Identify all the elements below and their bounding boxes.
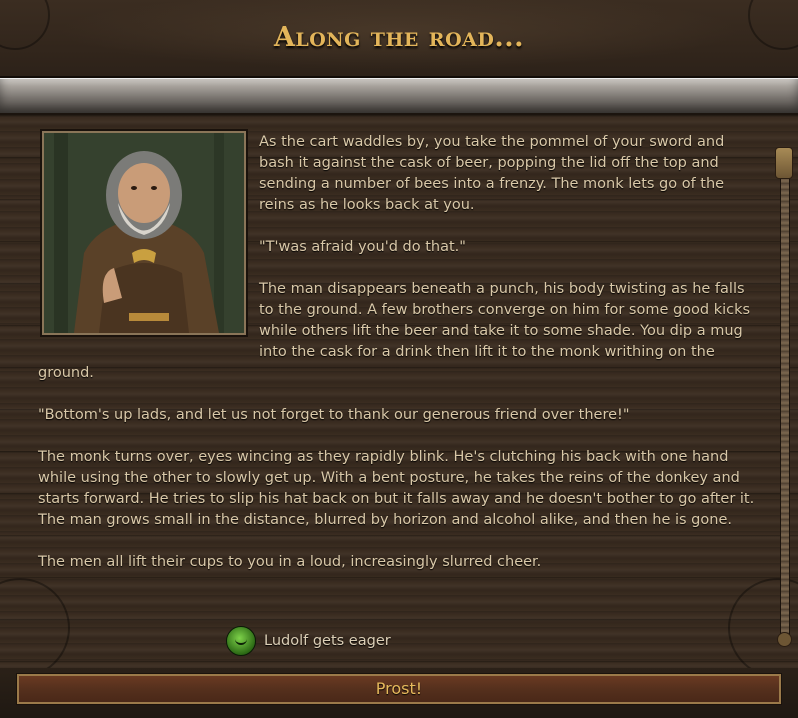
event-paragraph: The monk turns over, eyes wincing as the… [38,449,755,528]
text-scrollbar[interactable] [774,147,794,652]
scrollbar-end-cap [777,632,792,647]
effect-label: Ludolf gets eager [264,633,391,649]
event-paragraph: "Bottom's up lads, and let us not forget… [38,407,630,423]
event-text: As the cart waddles by, you take the pom… [38,132,760,573]
ornament-bottom-left [0,578,70,678]
event-effect: Ludolf gets eager [226,626,391,656]
scrollbar-track[interactable] [780,159,790,643]
event-title: Along the road... [273,22,525,53]
portrait-spacer [38,132,259,346]
title-bar: Along the road... [0,0,798,78]
scrollbar-thumb[interactable] [775,147,793,179]
smiling-face-icon [226,626,256,656]
prost-button[interactable]: Prost! [17,674,781,704]
event-paragraph: The men all lift their cups to you in a … [38,554,542,570]
stone-banner [0,78,798,116]
